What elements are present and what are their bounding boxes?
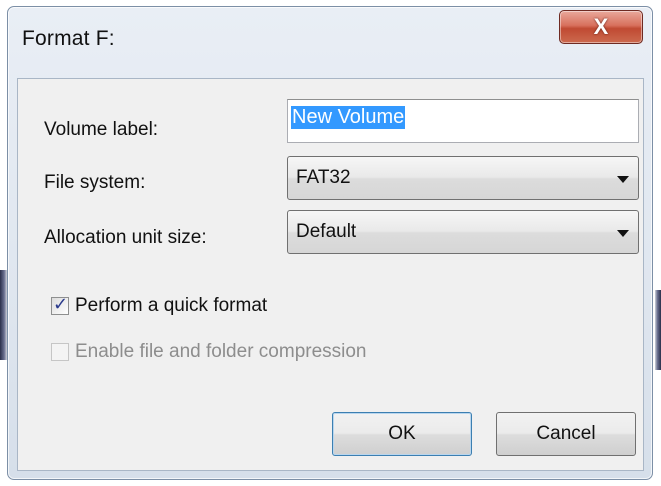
ok-button[interactable]: OK xyxy=(332,412,472,456)
allocation-unit-size-caption: Allocation unit size: xyxy=(44,227,207,248)
quick-format-label[interactable]: Perform a quick format xyxy=(75,295,267,317)
quick-format-checkbox[interactable]: ✓ xyxy=(51,294,69,315)
cancel-button[interactable]: Cancel xyxy=(496,412,636,456)
allocation-unit-size-value: Default xyxy=(296,221,357,242)
checkmark-icon: ✓ xyxy=(53,294,69,314)
dialog-title: Format F: xyxy=(22,27,115,50)
chevron-down-icon xyxy=(617,176,629,183)
title-bar[interactable]: Format F: X xyxy=(8,7,652,77)
dialog-content: Volume label: New Volume File system: FA… xyxy=(17,78,644,471)
file-system-caption: File system: xyxy=(44,172,146,193)
volume-label-caption: Volume label: xyxy=(44,119,159,140)
background-edge-left xyxy=(0,270,7,360)
volume-label-input[interactable]: New Volume xyxy=(287,99,639,143)
volume-label-value: New Volume xyxy=(291,106,406,129)
close-icon: X xyxy=(593,14,609,39)
file-system-value: FAT32 xyxy=(296,167,351,188)
chevron-down-icon xyxy=(617,230,629,237)
close-button[interactable]: X xyxy=(559,10,643,44)
compression-label: Enable file and folder compression xyxy=(75,341,367,362)
format-dialog: Format F: X Volume label: New Volume Fil… xyxy=(7,6,653,480)
file-system-select[interactable]: FAT32 xyxy=(287,156,639,200)
compression-checkbox xyxy=(51,343,69,361)
background-edge-right xyxy=(655,290,661,370)
allocation-unit-size-select[interactable]: Default xyxy=(287,210,639,254)
